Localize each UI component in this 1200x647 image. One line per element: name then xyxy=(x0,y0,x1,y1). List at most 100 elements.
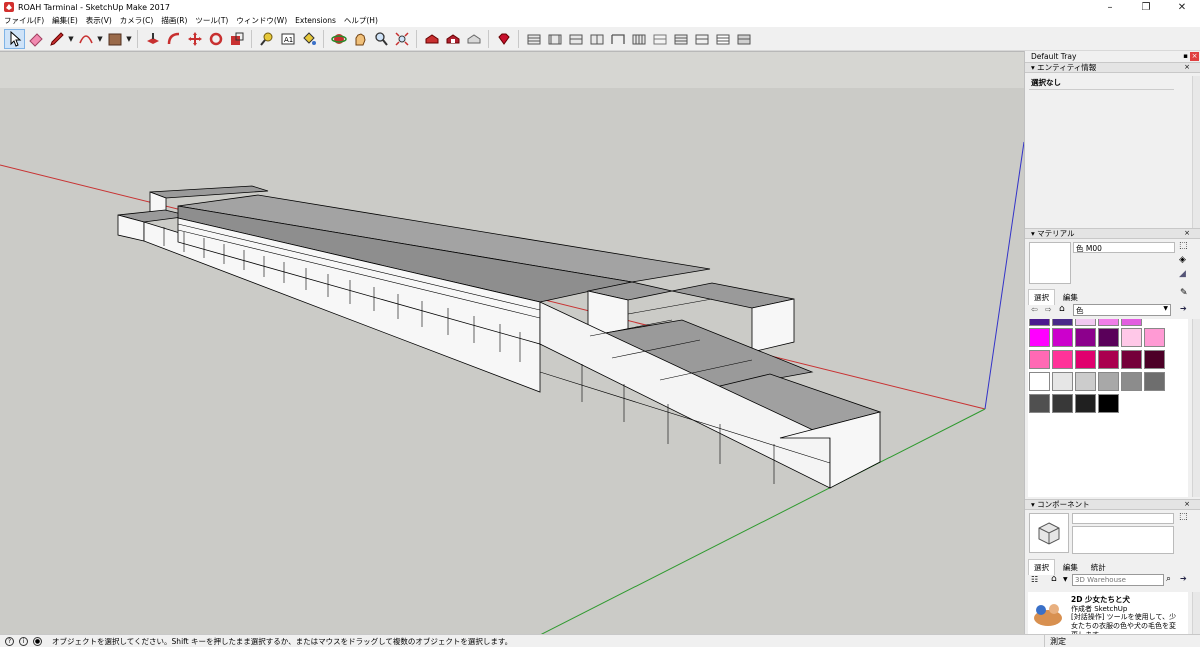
front-view-button[interactable] xyxy=(565,29,586,49)
color-swatch[interactable] xyxy=(1075,328,1096,347)
entity-scrollbar[interactable] xyxy=(1192,76,1200,228)
color-swatch[interactable] xyxy=(1029,319,1050,326)
home-icon[interactable]: ⌂ xyxy=(1051,574,1057,584)
collection-select[interactable]: 色 ▼ xyxy=(1073,304,1171,316)
back-icon[interactable]: ⇦ xyxy=(1031,305,1038,314)
tab-select[interactable]: 選択 xyxy=(1028,289,1055,305)
home-icon[interactable]: ⌂ xyxy=(1059,304,1065,314)
color-swatch[interactable] xyxy=(1075,350,1096,369)
share-model-button[interactable] xyxy=(463,29,484,49)
panel-close-icon[interactable]: × xyxy=(1184,63,1190,71)
back-view-button[interactable] xyxy=(607,29,628,49)
extension-warehouse-button[interactable] xyxy=(442,29,463,49)
arc-dropdown-icon[interactable]: ▼ xyxy=(96,29,104,49)
panel-close-icon[interactable]: × xyxy=(1184,229,1190,237)
right-view-button[interactable] xyxy=(586,29,607,49)
search-icon[interactable]: ⌕ xyxy=(1166,574,1171,584)
shape-dropdown-icon[interactable]: ▼ xyxy=(125,29,133,49)
move-tool-button[interactable] xyxy=(184,29,205,49)
xray-style-button[interactable] xyxy=(649,29,670,49)
text-tool-button[interactable]: A1 xyxy=(277,29,298,49)
top-view-button[interactable] xyxy=(544,29,565,49)
materials-header[interactable]: ▾ マテリアル × xyxy=(1025,228,1200,239)
color-swatch[interactable] xyxy=(1098,394,1119,413)
menu-camera[interactable]: カメラ(C) xyxy=(120,15,154,26)
color-swatch[interactable] xyxy=(1121,350,1142,369)
color-swatch[interactable] xyxy=(1075,372,1096,391)
eraser-tool-button[interactable] xyxy=(25,29,46,49)
maximize-button[interactable]: ❐ xyxy=(1128,2,1164,13)
color-swatch[interactable] xyxy=(1098,372,1119,391)
material-name-field[interactable]: 色 M00 xyxy=(1073,242,1175,253)
color-swatch[interactable] xyxy=(1121,328,1142,347)
tab-edit[interactable]: 編集 xyxy=(1058,290,1083,305)
zoom-extents-tool-button[interactable] xyxy=(391,29,412,49)
follow-me-tool-button[interactable] xyxy=(163,29,184,49)
paint-bucket-tool-button[interactable] xyxy=(298,29,319,49)
iso-view-button[interactable] xyxy=(523,29,544,49)
scale-tool-button[interactable] xyxy=(226,29,247,49)
user-icon[interactable]: ● xyxy=(33,636,42,646)
color-swatch[interactable] xyxy=(1144,350,1165,369)
left-view-button[interactable] xyxy=(628,29,649,49)
tab-select[interactable]: 選択 xyxy=(1028,559,1055,575)
color-swatch[interactable] xyxy=(1121,372,1142,391)
color-swatch[interactable] xyxy=(1052,319,1073,326)
push-pull-tool-button[interactable] xyxy=(142,29,163,49)
color-swatch[interactable] xyxy=(1052,328,1073,347)
minimize-button[interactable]: – xyxy=(1092,2,1128,13)
pin-icon[interactable]: ▪ xyxy=(1183,52,1188,60)
close-button[interactable]: ✕ xyxy=(1164,2,1200,13)
ruby-console-button[interactable] xyxy=(493,29,514,49)
eyedropper-icon[interactable]: ✎ xyxy=(1180,288,1188,298)
orbit-tool-button[interactable] xyxy=(328,29,349,49)
menu-window[interactable]: ウィンドウ(W) xyxy=(236,15,287,26)
component-result[interactable]: 2D 少女たちと犬 作成者 SketchUp [対話操作] ツールを使用して、少… xyxy=(1028,592,1188,637)
view-options-icon[interactable]: ☷ xyxy=(1031,575,1038,584)
color-swatch[interactable] xyxy=(1029,394,1050,413)
default-material-icon[interactable]: ◈ xyxy=(1179,255,1186,265)
color-swatch[interactable] xyxy=(1121,319,1142,326)
tray-close-button[interactable]: × xyxy=(1190,52,1199,61)
color-swatch[interactable] xyxy=(1052,372,1073,391)
menu-help[interactable]: ヘルプ(H) xyxy=(344,15,378,26)
tape-measure-tool-button[interactable] xyxy=(256,29,277,49)
create-material-icon[interactable]: ⬚ xyxy=(1179,241,1188,251)
pencil-dropdown-icon[interactable]: ▼ xyxy=(67,29,75,49)
color-swatch[interactable] xyxy=(1029,350,1050,369)
wireframe-style-button[interactable] xyxy=(691,29,712,49)
components-header[interactable]: ▾ コンポーネント × xyxy=(1025,499,1200,510)
component-description-field[interactable] xyxy=(1072,526,1174,554)
color-swatch[interactable] xyxy=(1075,319,1096,326)
geo-location-icon[interactable]: ? xyxy=(5,636,14,646)
select-tool-button[interactable] xyxy=(4,28,25,49)
color-swatch[interactable] xyxy=(1144,328,1165,347)
chevron-down-icon[interactable]: ▼ xyxy=(1063,576,1068,583)
component-search-input[interactable] xyxy=(1072,574,1164,586)
hidden-line-style-button[interactable] xyxy=(712,29,733,49)
color-swatch[interactable] xyxy=(1098,350,1119,369)
swatch-scrollbar[interactable] xyxy=(1192,319,1200,497)
details-arrow-icon[interactable]: ➔ xyxy=(1180,574,1187,583)
tab-statistics[interactable]: 統計 xyxy=(1086,560,1111,575)
color-swatch[interactable] xyxy=(1075,394,1096,413)
menu-view[interactable]: 表示(V) xyxy=(86,15,112,26)
menu-draw[interactable]: 描画(R) xyxy=(161,15,187,26)
pan-tool-button[interactable] xyxy=(349,29,370,49)
color-swatch[interactable] xyxy=(1029,372,1050,391)
rotate-tool-button[interactable] xyxy=(205,29,226,49)
color-swatch[interactable] xyxy=(1029,328,1050,347)
color-swatch[interactable] xyxy=(1052,350,1073,369)
sample-paint-icon[interactable]: ◢ xyxy=(1179,269,1186,279)
credits-icon[interactable]: i xyxy=(19,636,28,646)
menu-extensions[interactable]: Extensions xyxy=(295,16,336,25)
measurements-box[interactable]: 測定 xyxy=(1044,635,1200,647)
shaded-style-button[interactable] xyxy=(733,29,754,49)
forward-icon[interactable]: ⇨ xyxy=(1045,305,1052,314)
rectangle-tool-button[interactable] xyxy=(104,29,125,49)
component-details-icon[interactable]: ⬚ xyxy=(1179,512,1188,522)
tab-edit[interactable]: 編集 xyxy=(1058,560,1083,575)
color-swatch[interactable] xyxy=(1098,319,1119,326)
warehouse-button[interactable] xyxy=(421,29,442,49)
scene-canvas[interactable] xyxy=(0,52,1024,634)
